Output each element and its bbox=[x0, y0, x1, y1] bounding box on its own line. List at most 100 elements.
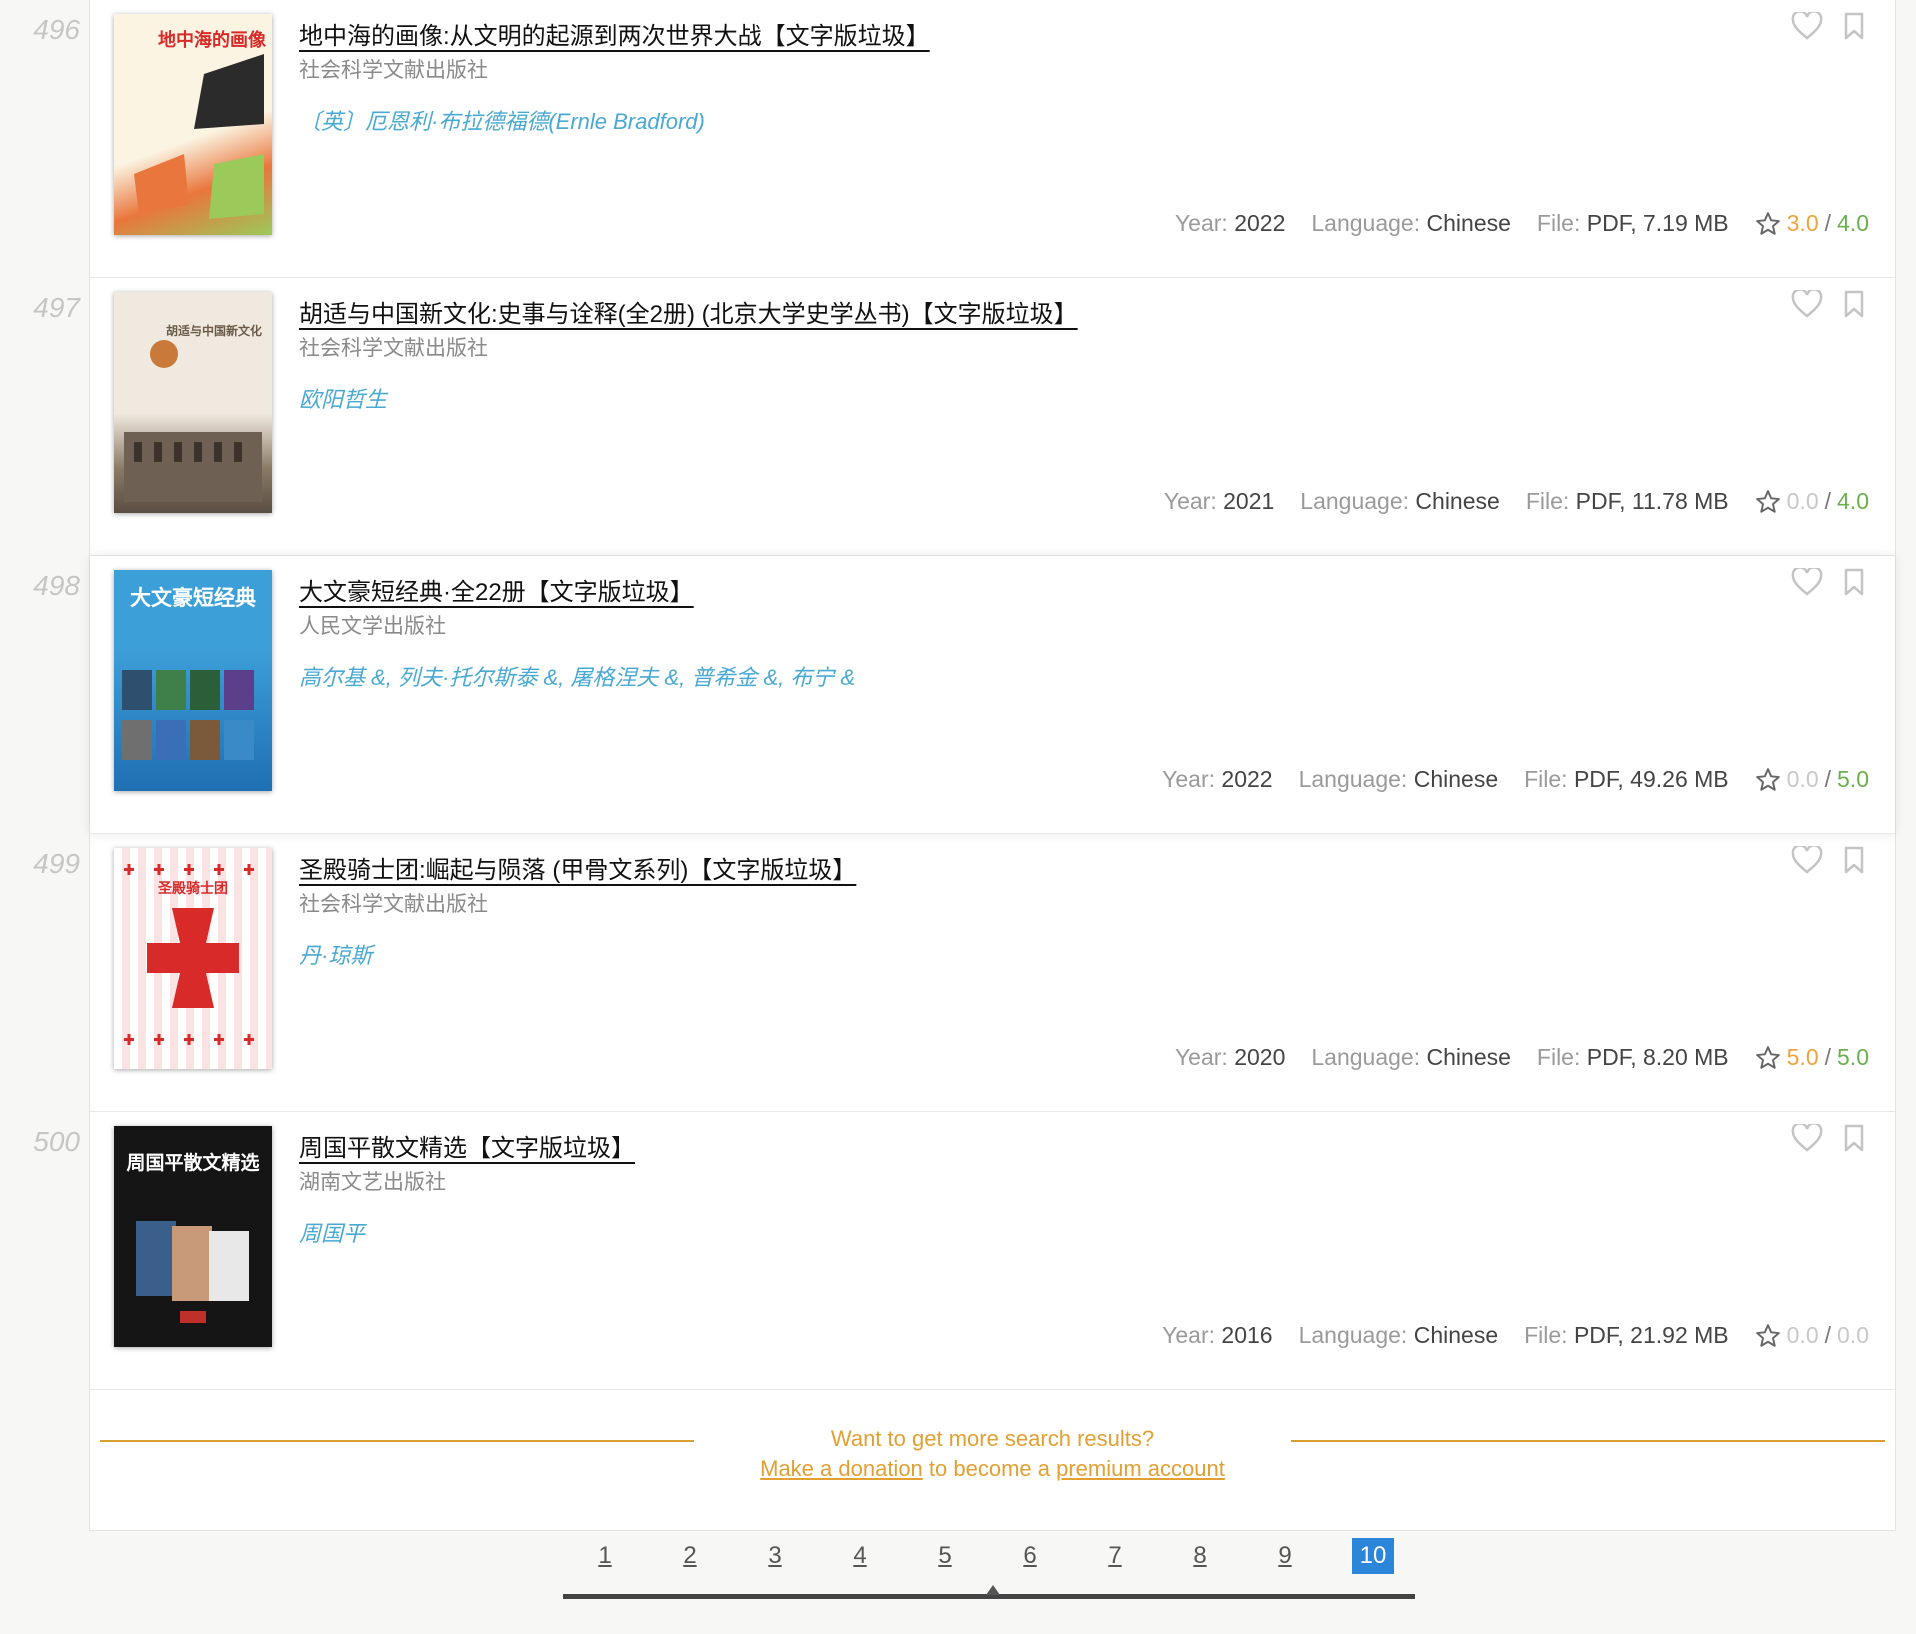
book-cover[interactable]: 胡适与中国新文化 bbox=[114, 292, 272, 513]
file-value: PDF, 21.92 MB bbox=[1573, 1322, 1729, 1348]
rating-quality: 5.0 bbox=[1837, 766, 1869, 792]
promo-question: Want to get more search results? bbox=[830, 1426, 1155, 1451]
star-icon bbox=[1755, 767, 1780, 791]
book-authors-link[interactable]: 〔英〕厄恩利·布拉德福德(Ernle Bradford) bbox=[299, 104, 705, 136]
book-row: 500 周国平散文精选 周国平散文精选【文字版垃圾】 湖南文艺出版社 周国平 Y… bbox=[33, 1112, 1895, 1390]
bookmark-icon[interactable] bbox=[1843, 568, 1865, 596]
page-7-button[interactable]: 7 bbox=[1097, 1538, 1133, 1574]
year-label: Year: bbox=[1174, 1044, 1228, 1070]
rating-user: 3.0 bbox=[1786, 210, 1819, 236]
year-label: Year: bbox=[1174, 210, 1228, 236]
rating-separator: / bbox=[1824, 1322, 1832, 1348]
book-title-link[interactable]: 大文豪短经典·全22册【文字版垃圾】 bbox=[299, 572, 694, 607]
file-value: PDF, 11.78 MB bbox=[1575, 488, 1729, 514]
file-label: File: bbox=[1525, 488, 1570, 514]
book-publisher: 湖南文艺出版社 bbox=[299, 1171, 446, 1194]
language-label: Language: bbox=[1311, 210, 1421, 236]
book-publisher: 人民文学出版社 bbox=[299, 615, 446, 638]
heart-icon[interactable] bbox=[1791, 12, 1823, 40]
book-meta: Year: 2016 Language: Chinese File: PDF, … bbox=[1162, 1322, 1869, 1349]
rating-quality: 4.0 bbox=[1837, 210, 1869, 236]
page-2-button[interactable]: 2 bbox=[672, 1538, 708, 1574]
language-value: Chinese bbox=[1413, 766, 1499, 792]
rating-user: 0.0 bbox=[1786, 488, 1819, 514]
book-title-link[interactable]: 周国平散文精选【文字版垃圾】 bbox=[299, 1128, 635, 1163]
page-4-button[interactable]: 4 bbox=[842, 1538, 878, 1574]
file-label: File: bbox=[1536, 1044, 1581, 1070]
book-title-link[interactable]: 圣殿骑士团:崛起与陨落 (甲骨文系列)【文字版垃圾】 bbox=[299, 850, 856, 885]
search-results-list: 496 地中海的画像 地中海的画像:从文明的起源到两次世界大战【文字版垃圾】 社… bbox=[33, 0, 1896, 1531]
bookmark-icon[interactable] bbox=[1843, 846, 1865, 874]
premium-account-link[interactable]: premium account bbox=[1056, 1456, 1225, 1481]
rating-separator: / bbox=[1824, 1044, 1832, 1070]
heart-icon[interactable] bbox=[1791, 846, 1823, 874]
book-rating: 0.0 / 5.0 bbox=[1755, 766, 1869, 793]
file-value: PDF, 49.26 MB bbox=[1573, 766, 1729, 792]
year-value: 2020 bbox=[1234, 1044, 1286, 1070]
year-value: 2022 bbox=[1234, 210, 1286, 236]
premium-promo: Want to get more search results? Make a … bbox=[90, 1390, 1895, 1530]
book-meta: Year: 2020 Language: Chinese File: PDF, … bbox=[1175, 1044, 1869, 1071]
book-rating: 0.0 / 4.0 bbox=[1755, 488, 1869, 515]
result-number: 499 bbox=[33, 848, 80, 879]
page-1-button[interactable]: 1 bbox=[587, 1538, 623, 1574]
language-value: Chinese bbox=[1413, 1322, 1499, 1348]
rating-separator: / bbox=[1824, 488, 1832, 514]
scroll-thumb-icon[interactable] bbox=[986, 1585, 1000, 1595]
book-authors-link[interactable]: 欧阳哲生 bbox=[299, 382, 387, 414]
star-icon bbox=[1755, 489, 1780, 513]
file-label: File: bbox=[1536, 210, 1581, 236]
book-row: 496 地中海的画像 地中海的画像:从文明的起源到两次世界大战【文字版垃圾】 社… bbox=[33, 0, 1895, 278]
result-number: 498 bbox=[33, 570, 80, 601]
promo-middle-text: to become a bbox=[922, 1456, 1057, 1481]
page-8-button[interactable]: 8 bbox=[1182, 1538, 1218, 1574]
language-label: Language: bbox=[1298, 766, 1408, 792]
language-label: Language: bbox=[1298, 1322, 1408, 1348]
heart-icon[interactable] bbox=[1791, 568, 1823, 596]
rating-quality: 5.0 bbox=[1837, 1044, 1869, 1070]
file-label: File: bbox=[1524, 1322, 1568, 1348]
rating-user: 0.0 bbox=[1786, 766, 1819, 792]
page-9-button[interactable]: 9 bbox=[1267, 1538, 1303, 1574]
language-value: Chinese bbox=[1415, 488, 1500, 514]
rating-user: 5.0 bbox=[1786, 1044, 1819, 1070]
book-cover[interactable]: 周国平散文精选 bbox=[114, 1126, 272, 1347]
bookmark-icon[interactable] bbox=[1843, 12, 1865, 40]
heart-icon[interactable] bbox=[1791, 290, 1823, 318]
heart-icon[interactable] bbox=[1791, 1124, 1823, 1152]
bookmark-icon[interactable] bbox=[1843, 1124, 1865, 1152]
book-title-link[interactable]: 胡适与中国新文化:史事与诠释(全2册) (北京大学史学丛书)【文字版垃圾】 bbox=[299, 294, 1078, 329]
rating-user: 0.0 bbox=[1786, 1322, 1819, 1348]
cover-title: 胡适与中国新文化 bbox=[165, 324, 262, 338]
star-icon bbox=[1755, 211, 1780, 235]
book-cover[interactable]: 大文豪短经典 bbox=[114, 570, 272, 791]
star-icon bbox=[1755, 1323, 1780, 1347]
book-rating: 0.0 / 0.0 bbox=[1755, 1322, 1869, 1349]
bookmark-icon[interactable] bbox=[1843, 290, 1865, 318]
book-authors-link[interactable]: 高尔基 &, 列夫·托尔斯泰 &, 屠格涅夫 &, 普希金 &, 布宁 & bbox=[299, 660, 855, 692]
book-meta: Year: 2022 Language: Chinese File: PDF, … bbox=[1175, 210, 1869, 237]
year-label: Year: bbox=[1163, 488, 1217, 514]
rating-separator: / bbox=[1824, 766, 1832, 792]
year-value: 2016 bbox=[1221, 1322, 1273, 1348]
book-publisher: 社会科学文献出版社 bbox=[299, 337, 488, 360]
page-10-button[interactable]: 10 bbox=[1352, 1538, 1394, 1574]
page-3-button[interactable]: 3 bbox=[757, 1538, 793, 1574]
donation-link[interactable]: Make a donation bbox=[760, 1456, 923, 1481]
book-cover[interactable]: 地中海的画像 bbox=[114, 14, 272, 235]
book-row: 499 圣殿骑士团 圣殿骑士团:崛起与陨落 (甲骨文系列)【文字版垃圾】 社会科… bbox=[33, 834, 1895, 1112]
language-value: Chinese bbox=[1426, 1044, 1511, 1070]
rating-quality: 0.0 bbox=[1837, 1322, 1869, 1348]
book-authors-link[interactable]: 丹·琼斯 bbox=[299, 938, 372, 970]
book-cover[interactable]: 圣殿骑士团 bbox=[114, 848, 272, 1069]
cover-title: 地中海的画像 bbox=[158, 30, 266, 51]
page-5-button[interactable]: 5 bbox=[927, 1538, 963, 1574]
year-label: Year: bbox=[1162, 1322, 1216, 1348]
pagination: 1 2 3 4 5 6 7 8 9 10 bbox=[560, 1534, 1416, 1599]
page-6-button[interactable]: 6 bbox=[1012, 1538, 1048, 1574]
language-label: Language: bbox=[1300, 488, 1410, 514]
book-title-link[interactable]: 地中海的画像:从文明的起源到两次世界大战【文字版垃圾】 bbox=[299, 16, 930, 51]
book-meta: Year: 2021 Language: Chinese File: PDF, … bbox=[1164, 488, 1869, 515]
book-authors-link[interactable]: 周国平 bbox=[299, 1216, 365, 1248]
book-row: 498 大文豪短经典 大文豪短经典·全22册【文字版垃圾】 人民文学出版社 高尔… bbox=[33, 556, 1895, 834]
